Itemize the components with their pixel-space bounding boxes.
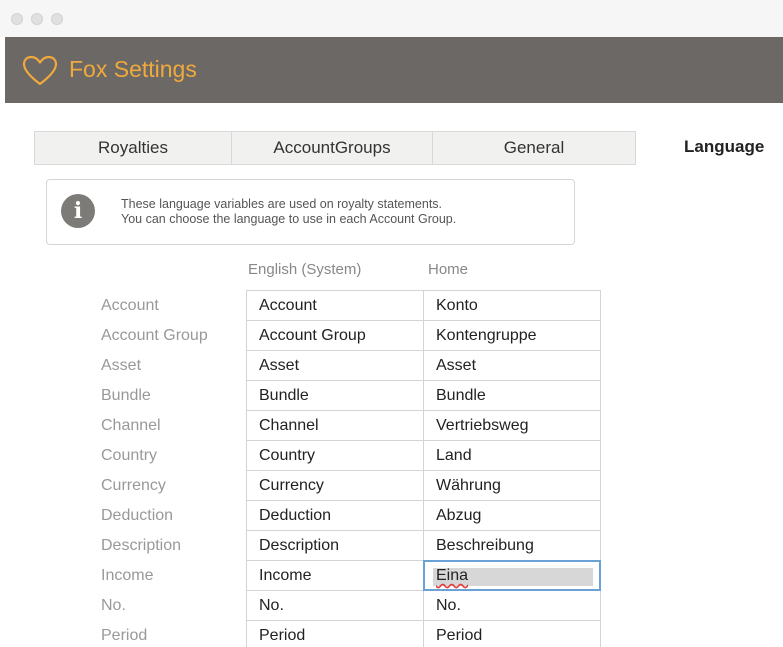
row-label: Account Group bbox=[101, 327, 208, 344]
english-value-field[interactable]: Account Group bbox=[246, 320, 424, 351]
row-label: No. bbox=[101, 597, 126, 614]
home-value-text: Land bbox=[436, 447, 472, 464]
info-line-2: You can choose the language to use in ea… bbox=[121, 212, 457, 226]
row-label: Bundle bbox=[101, 387, 151, 404]
tab-general[interactable]: General bbox=[432, 131, 636, 165]
english-value-text: Account Group bbox=[259, 327, 366, 344]
english-value-text: Account bbox=[259, 297, 317, 314]
home-value-text: No. bbox=[436, 597, 461, 614]
table-row: Description Description Beschreibung bbox=[0, 530, 783, 561]
tab-accountgroups[interactable]: AccountGroups bbox=[231, 131, 433, 165]
home-value-text: Abzug bbox=[436, 507, 482, 524]
home-value-text: Kontengruppe bbox=[436, 327, 537, 344]
english-value-field[interactable]: Asset bbox=[246, 350, 424, 381]
home-value-text: Währung bbox=[436, 477, 501, 494]
english-value-text: Currency bbox=[259, 477, 324, 494]
english-value-field[interactable]: Description bbox=[246, 530, 424, 561]
info-line-1: These language variables are used on roy… bbox=[121, 197, 443, 211]
home-value-text: Konto bbox=[436, 297, 478, 314]
column-header-english: English (System) bbox=[248, 261, 362, 278]
table-row: Income Income Eina bbox=[0, 560, 783, 591]
row-label: Description bbox=[101, 537, 182, 554]
home-value-input[interactable]: Land bbox=[423, 440, 601, 471]
english-value-text: Period bbox=[259, 627, 306, 644]
table-row: Period Period Period bbox=[0, 620, 783, 647]
home-value-input[interactable]: Kontengruppe bbox=[423, 320, 601, 351]
english-value-text: Asset bbox=[259, 357, 300, 374]
home-value-input[interactable]: No. bbox=[423, 590, 601, 621]
english-value-text: Description bbox=[259, 537, 340, 554]
home-value-input-active[interactable]: Eina bbox=[423, 560, 601, 591]
row-label: Period bbox=[101, 627, 148, 644]
row-label: Account bbox=[101, 297, 159, 314]
english-value-text: Bundle bbox=[259, 387, 309, 404]
info-text: These language variables are used on roy… bbox=[121, 197, 456, 227]
home-value-input[interactable]: Beschreibung bbox=[423, 530, 601, 561]
info-icon: i bbox=[61, 194, 95, 228]
window-titlebar bbox=[0, 0, 783, 37]
english-value-field[interactable]: Currency bbox=[246, 470, 424, 501]
home-value-input[interactable]: Asset bbox=[423, 350, 601, 381]
row-label: Country bbox=[101, 447, 158, 464]
table-row: Asset Asset Asset bbox=[0, 350, 783, 381]
english-value-field[interactable]: Country bbox=[246, 440, 424, 471]
row-label: Income bbox=[101, 567, 154, 584]
english-value-field[interactable]: Channel bbox=[246, 410, 424, 441]
table-row: Currency Currency Währung bbox=[0, 470, 783, 501]
table-row: Channel Channel Vertriebsweg bbox=[0, 410, 783, 441]
home-value-input[interactable]: Period bbox=[423, 620, 601, 647]
row-label: Deduction bbox=[101, 507, 174, 524]
info-notice: i These language variables are used on r… bbox=[46, 179, 575, 245]
english-value-text: Channel bbox=[259, 417, 319, 434]
window-minimize-button[interactable] bbox=[31, 13, 43, 25]
home-value-input[interactable]: Abzug bbox=[423, 500, 601, 531]
english-value-text: No. bbox=[259, 597, 284, 614]
row-label: Asset bbox=[101, 357, 142, 374]
home-value-input[interactable]: Bundle bbox=[423, 380, 601, 411]
home-value-text: Vertriebsweg bbox=[436, 417, 529, 434]
home-value-text: Period bbox=[436, 627, 483, 644]
window-zoom-button[interactable] bbox=[51, 13, 63, 25]
home-value-text: Beschreibung bbox=[436, 537, 534, 554]
home-value-text: Eina bbox=[436, 567, 469, 584]
row-label: Channel bbox=[101, 417, 161, 434]
row-label: Currency bbox=[101, 477, 166, 494]
table-row: Account Account Konto bbox=[0, 290, 783, 321]
tab-royalties[interactable]: Royalties bbox=[34, 131, 232, 165]
table-row: Country Country Land bbox=[0, 440, 783, 471]
table-row: No. No. No. bbox=[0, 590, 783, 621]
english-value-field[interactable]: No. bbox=[246, 590, 424, 621]
english-value-field[interactable]: Bundle bbox=[246, 380, 424, 411]
table-row: Account Group Account Group Kontengruppe bbox=[0, 320, 783, 351]
english-value-field[interactable]: Account bbox=[246, 290, 424, 321]
home-value-input[interactable]: Vertriebsweg bbox=[423, 410, 601, 441]
english-value-text: Country bbox=[259, 447, 316, 464]
app-header: Fox Settings bbox=[5, 37, 783, 103]
settings-tabs: Royalties AccountGroups General Language bbox=[34, 131, 783, 165]
english-value-text: Deduction bbox=[259, 507, 332, 524]
table-row: Deduction Deduction Abzug bbox=[0, 500, 783, 531]
home-value-input[interactable]: Währung bbox=[423, 470, 601, 501]
english-value-field[interactable]: Income bbox=[246, 560, 424, 591]
window-close-button[interactable] bbox=[11, 13, 23, 25]
english-value-field[interactable]: Deduction bbox=[246, 500, 424, 531]
heart-outline-icon bbox=[22, 55, 58, 86]
app-title: Fox Settings bbox=[69, 56, 197, 82]
home-value-text: Asset bbox=[436, 357, 477, 374]
column-header-home: Home bbox=[428, 261, 469, 278]
home-value-input[interactable]: Konto bbox=[423, 290, 601, 321]
home-value-text: Bundle bbox=[436, 387, 486, 404]
english-value-text: Income bbox=[259, 567, 312, 584]
tab-language[interactable]: Language bbox=[684, 131, 783, 165]
english-value-field[interactable]: Period bbox=[246, 620, 424, 647]
table-row: Bundle Bundle Bundle bbox=[0, 380, 783, 411]
